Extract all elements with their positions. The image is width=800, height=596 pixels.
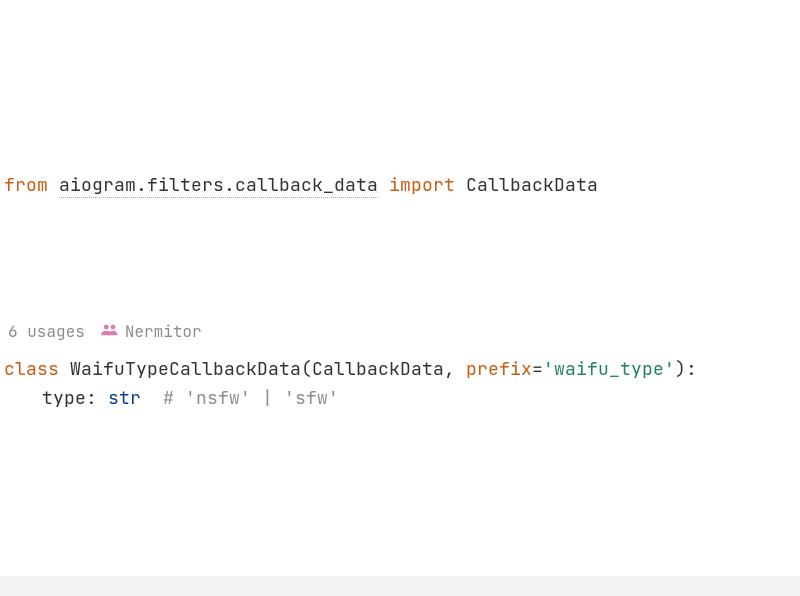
prefix-param: prefix [466, 358, 532, 381]
inlay-hints: 6 usages Nermitor [4, 321, 800, 342]
import-statement[interactable]: from aiogram.filters.callback_data impor… [4, 172, 800, 201]
code-editor[interactable]: from aiogram.filters.callback_data impor… [0, 0, 800, 413]
status-bar [0, 576, 800, 596]
from-keyword: from [4, 174, 48, 197]
class-body-line[interactable]: type: str # 'nsfw' | 'sfw' [4, 385, 800, 414]
space [48, 174, 59, 197]
comma: , [444, 358, 466, 381]
base-class: CallbackData [312, 358, 444, 381]
class-name: WaifuTypeCallbackData [70, 358, 301, 381]
author-hint[interactable]: Nermitor [101, 321, 202, 342]
author-name: Nermitor [125, 321, 202, 342]
class-definition[interactable]: class WaifuTypeCallbackData(CallbackData… [4, 356, 800, 385]
module-path: aiogram.filters.callback_data [59, 174, 378, 198]
open-paren: ( [301, 358, 312, 381]
field-name: type [42, 387, 86, 410]
usages-hint[interactable]: 6 usages [8, 321, 85, 342]
equals: = [532, 358, 543, 381]
import-keyword: import [389, 174, 455, 197]
type-annotation: str [108, 387, 141, 410]
comment: # 'nsfw' | 'sfw' [163, 387, 339, 410]
people-icon [101, 321, 119, 342]
colon: : [86, 387, 108, 410]
imported-name: CallbackData [466, 174, 598, 197]
class-keyword: class [4, 358, 59, 381]
prefix-value: 'waifu_type' [543, 358, 675, 381]
space [455, 174, 466, 197]
space [378, 174, 389, 197]
space [59, 358, 70, 381]
close-paren-colon: ): [675, 358, 697, 381]
spacer [141, 387, 163, 410]
